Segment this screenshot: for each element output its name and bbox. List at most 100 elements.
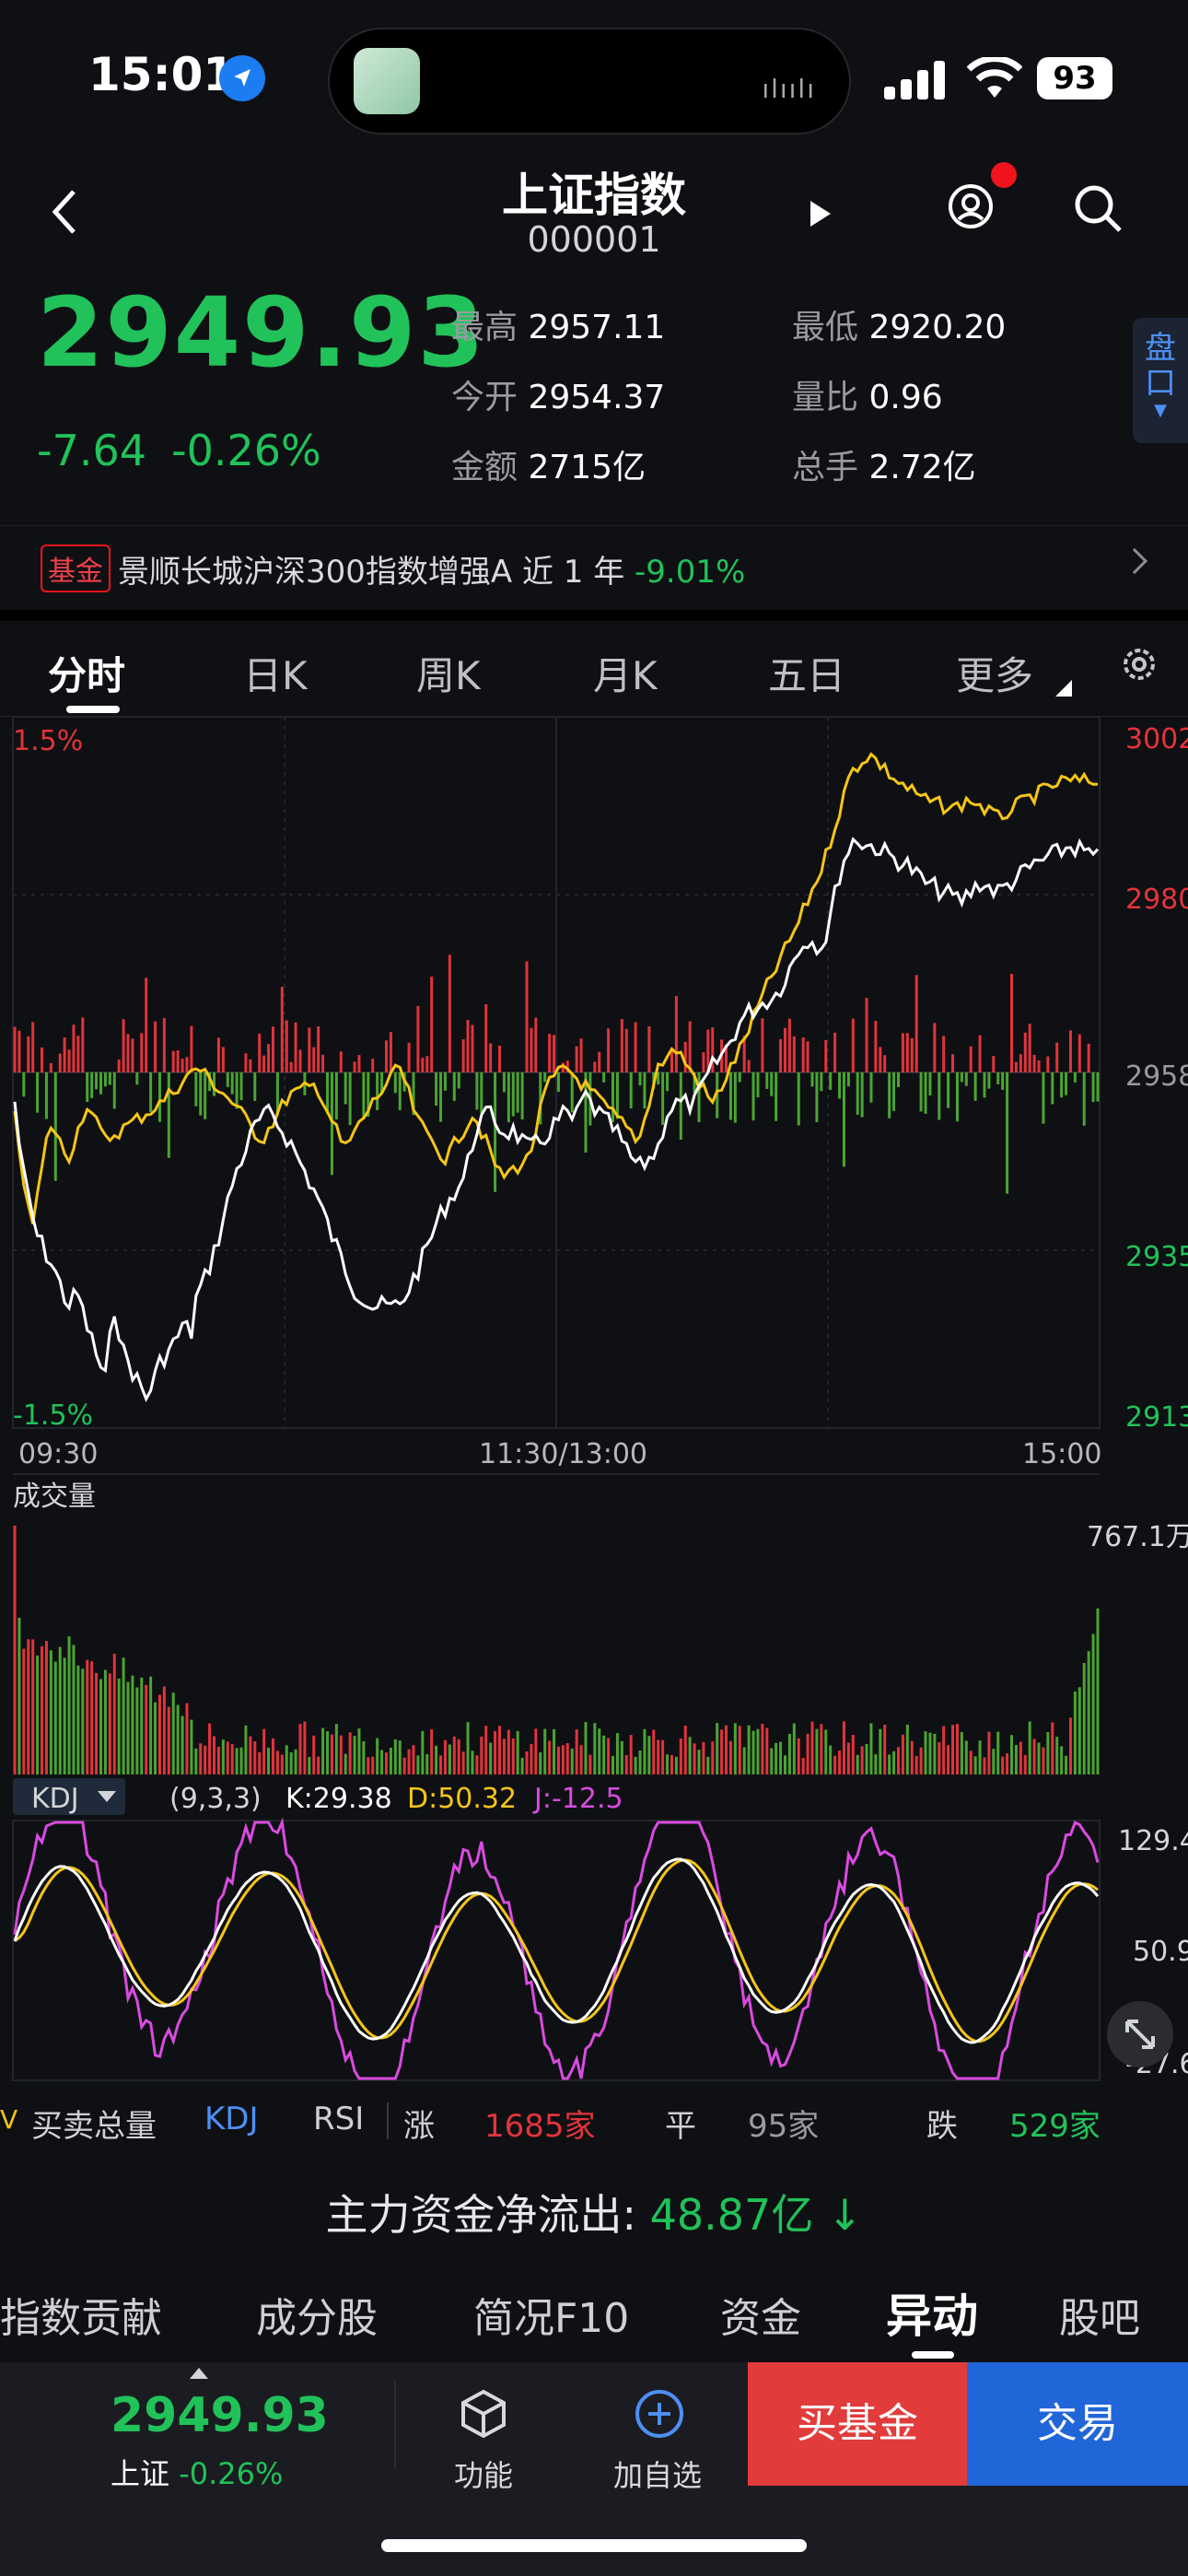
tick-bar [154,1021,157,1072]
indicator-kdj[interactable]: KDJ [204,2101,259,2137]
price-label-4: 2935 [1125,1241,1188,1273]
volume-bar [425,1754,429,1774]
volume-bar [157,1694,161,1774]
chart-area[interactable]: 1.5% -1.5% 3002 2980 2958 2935 2913 09:3… [0,717,1188,2097]
tab-f10[interactable]: 简况F10 [473,2285,629,2344]
pankou-tab[interactable]: 盘口 ▼ [1133,318,1188,443]
tab-components[interactable]: 成分股 [256,2285,378,2344]
tick-bar [421,1058,425,1072]
indicator-rsi[interactable]: RSI [313,2101,364,2137]
tab-index-contribution[interactable]: 指数贡献 [0,2285,162,2344]
tick-bar [543,1072,547,1083]
volume-bar [711,1741,715,1774]
volume-bar [41,1645,44,1774]
tick-bar [280,987,284,1072]
tick-bar [516,1072,519,1113]
tick-bar [22,1072,26,1097]
tick-bar [992,1056,996,1072]
tick-bar [810,1072,814,1087]
volume-bar [81,1669,85,1774]
function-label[interactable]: 功能 [454,2453,513,2495]
tick-bar [157,1072,161,1122]
more-corner-icon [1055,680,1072,697]
price-label-5: 2913 [1125,1401,1188,1434]
tick-bar [892,1072,896,1111]
tick-bar [430,977,434,1072]
tick-bar [249,1059,252,1072]
fund-promo-bar[interactable]: 基金 景顺长城沪深300指数增强A 近 1 年 -9.01% [0,525,1188,610]
tick-bar [634,1022,637,1072]
tick-bar [964,1072,968,1086]
tick-bar [1037,1060,1041,1072]
volume-bar [249,1736,252,1774]
trade-button[interactable]: 交易 [967,2362,1188,2486]
function-cube-icon[interactable] [458,2388,509,2440]
tick-bar [960,1072,963,1083]
volume-bar [112,1653,116,1774]
fullscreen-icon[interactable] [1107,2001,1173,2067]
volume-bar [53,1661,57,1774]
tab-more[interactable]: 更多 [956,645,1033,701]
volume-bar [824,1729,828,1774]
volume-bar [497,1726,501,1774]
tab-intraday[interactable]: 分时 [48,645,125,701]
volume-bar [1051,1722,1054,1774]
volume-bar [494,1730,497,1774]
tab-daily-k[interactable]: 日K [243,645,308,701]
tab-monthly-k[interactable]: 月K [593,645,658,701]
tab-weekly-k[interactable]: 周K [416,645,481,701]
chart-settings-icon[interactable] [1118,643,1160,685]
tick-bar [63,1037,66,1072]
volume-bar [933,1733,937,1774]
tab-anomaly[interactable]: 异动 [886,2279,978,2346]
divider [0,610,1188,621]
volume-bar [901,1734,904,1774]
tick-bar [955,1072,959,1122]
tick-bar [928,1072,932,1096]
tick-bar [253,1072,257,1101]
kdj-selector-label[interactable]: KDJ [31,1783,79,1815]
volume-bar [1037,1742,1041,1774]
expand-arrow-icon[interactable] [190,2368,208,2379]
tab-forum[interactable]: 股吧 [1059,2285,1140,2344]
tick-bar [674,996,678,1072]
volume-bar [838,1751,842,1774]
tick-bar [865,998,868,1072]
tick-bar [204,1072,207,1119]
indicator-buy-sell[interactable]: 买卖总量 [31,2101,157,2146]
user-service-icon[interactable] [947,182,995,230]
buy-fund-button[interactable]: 买基金 [748,2362,967,2486]
volume-bar [947,1745,950,1774]
tick-bar [393,1072,397,1094]
volume-bar [779,1741,783,1774]
tab-capital[interactable]: 资金 [720,2285,801,2344]
tab-five-day[interactable]: 五日 [768,645,845,701]
volume-bar [1073,1691,1077,1774]
volume-bar [154,1702,157,1774]
tick-bar [570,1072,574,1113]
tick-bar [480,1072,483,1114]
volume-bar [516,1730,519,1774]
volume-bar [810,1721,814,1774]
volume-bar [666,1754,670,1774]
volume-bar [869,1723,873,1774]
stat-total-hands: 总手 2.72亿 [792,449,976,486]
up-label: 涨 [403,2108,435,2145]
volume-bar [725,1725,728,1774]
tick-bar [334,1072,338,1120]
add-watchlist-label[interactable]: 加自选 [613,2453,702,2495]
tick-bar [556,1072,560,1093]
tick-bar [792,1036,796,1072]
next-stock-icon[interactable] [810,201,831,227]
add-watchlist-icon[interactable] [634,2388,685,2440]
volume-bar [520,1757,524,1774]
volume-bar [964,1740,968,1774]
volume-bar [1096,1608,1100,1774]
fund-tag: 基金 [41,544,111,592]
volume-bar [1091,1633,1095,1774]
tick-bar [1028,1024,1031,1072]
search-icon[interactable] [1072,182,1124,234]
volume-bar [117,1679,121,1774]
chevron-right-icon [1121,547,1148,575]
tick-bar [171,1050,175,1072]
